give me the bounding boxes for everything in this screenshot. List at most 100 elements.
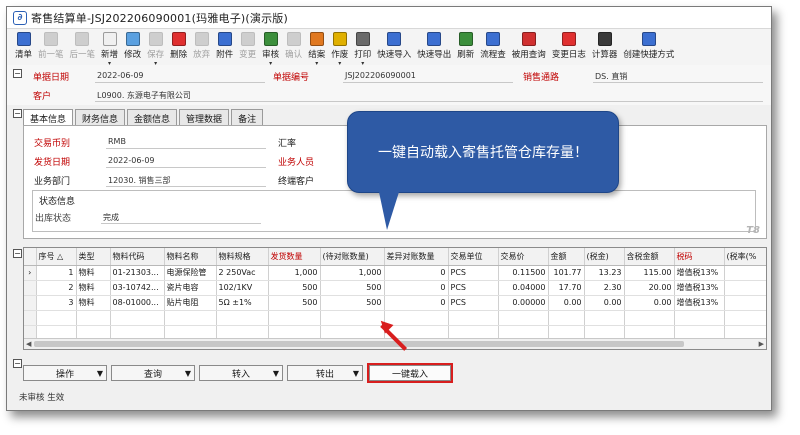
column-header[interactable]: 交易单位: [448, 248, 499, 266]
cell-price[interactable]: 0.11500: [498, 265, 549, 281]
column-header[interactable]: 序号 △: [36, 248, 77, 266]
toolbar-button-cancel[interactable]: 放弃: [193, 29, 210, 60]
cell-spec[interactable]: 5Ω ±1%: [216, 295, 269, 311]
column-header[interactable]: 差异对账数量: [384, 248, 449, 266]
cell-gross[interactable]: 0.00: [624, 295, 675, 311]
column-header[interactable]: 金额: [548, 248, 585, 266]
cell-seq[interactable]: 2: [36, 280, 77, 296]
tab-4[interactable]: 备注: [231, 109, 264, 125]
column-header[interactable]: 类型: [76, 248, 111, 266]
collapse-grid-icon[interactable]: −: [13, 249, 22, 258]
cell-pending[interactable]: 500: [320, 280, 385, 296]
cell-code[interactable]: 01-21303...: [110, 265, 165, 281]
toolbar-button-confirm[interactable]: 确认: [285, 29, 302, 60]
toolbar-button-edit[interactable]: 修改: [124, 29, 141, 60]
toolbar-button-change[interactable]: 变更: [239, 29, 256, 60]
toolbar-button-new-doc[interactable]: 新增 ▾: [101, 29, 118, 67]
cell-tax[interactable]: 2.30: [584, 280, 625, 296]
toolbar-button-prev[interactable]: 前一笔: [38, 29, 64, 60]
cell-unit[interactable]: PCS: [448, 280, 499, 296]
toolbar-button-close-case[interactable]: 结案 ▾: [308, 29, 325, 67]
cell-type[interactable]: 物料: [76, 280, 111, 296]
cell-gross[interactable]: 115.00: [624, 265, 675, 281]
tab-3[interactable]: 管理数据: [179, 109, 230, 125]
toolbar-button-save[interactable]: 保存 ▾: [147, 29, 164, 67]
collapse-header-icon[interactable]: −: [13, 69, 22, 78]
tab-2[interactable]: 金额信息: [127, 109, 178, 125]
doc-no-field[interactable]: JSJ202206090001: [345, 71, 416, 80]
cell-name[interactable]: 瓷片电容: [164, 280, 217, 296]
sales-channel-field[interactable]: DS. 直销: [595, 71, 627, 82]
operate-button[interactable]: 操作 ▼: [23, 365, 107, 381]
toolbar-button-approve[interactable]: 审核 ▾: [262, 29, 279, 67]
doc-date-field[interactable]: 2022-06-09: [97, 71, 144, 80]
cell-type[interactable]: 物料: [76, 265, 111, 281]
toolbar-button-refresh[interactable]: 刷新: [457, 29, 474, 60]
toolbar-button-next[interactable]: 后一笔: [70, 29, 95, 60]
column-header[interactable]: (待对账数量): [320, 248, 385, 266]
column-header[interactable]: 税码: [674, 248, 725, 266]
cell-pending[interactable]: 500: [320, 295, 385, 311]
query-button[interactable]: 查询 ▼: [111, 365, 195, 381]
toolbar-button-flow[interactable]: 流程查: [480, 29, 506, 60]
ship-date-field[interactable]: 2022-06-09: [108, 156, 155, 165]
toolbar-button-void[interactable]: 作废 ▾: [331, 29, 348, 67]
toolbar-button-usage-query[interactable]: 被用查询: [512, 29, 546, 60]
cell-qty[interactable]: 500: [268, 280, 321, 296]
customer-field[interactable]: L0900. 东源电子有限公司: [97, 90, 191, 101]
scroll-left-icon[interactable]: ◀: [26, 340, 31, 348]
cell-diff[interactable]: 0: [384, 295, 449, 311]
cell-unit[interactable]: PCS: [448, 295, 499, 311]
cell-seq[interactable]: 1: [36, 265, 77, 281]
toolbar-button-delete[interactable]: 删除: [170, 29, 187, 60]
cell-pending[interactable]: 1,000: [320, 265, 385, 281]
cell-spec[interactable]: 102/1KV: [216, 280, 269, 296]
cell-price[interactable]: 0.04000: [498, 280, 549, 296]
cell-rate[interactable]: [724, 295, 766, 311]
cell-diff[interactable]: 0: [384, 280, 449, 296]
cell-seq[interactable]: 3: [36, 295, 77, 311]
scroll-thumb[interactable]: [34, 341, 684, 347]
transfer-out-button[interactable]: 转出 ▼: [287, 365, 363, 381]
currency-field[interactable]: RMB: [108, 137, 126, 146]
column-header[interactable]: (税率(%: [724, 248, 766, 266]
cell-name[interactable]: 贴片电阻: [164, 295, 217, 311]
toolbar-button-attachment[interactable]: 附件: [216, 29, 233, 60]
dept-field[interactable]: 12030. 销售三部: [108, 175, 171, 186]
cell-taxcode[interactable]: 增值税13%: [674, 265, 725, 281]
toolbar-button-import[interactable]: 快速导入: [377, 29, 411, 60]
toolbar-button-print[interactable]: 打印 ▾: [354, 29, 371, 67]
cell-taxcode[interactable]: 增值税13%: [674, 295, 725, 311]
cell-price[interactable]: 0.00000: [498, 295, 549, 311]
tab-1[interactable]: 财务信息: [75, 109, 126, 125]
cell-code[interactable]: 08-01000...: [110, 295, 165, 311]
collapse-actions-icon[interactable]: −: [13, 359, 22, 368]
column-header[interactable]: (税金): [584, 248, 625, 266]
cell-gross[interactable]: 20.00: [624, 280, 675, 296]
cell-amount[interactable]: 0.00: [548, 295, 585, 311]
cell-tax[interactable]: 13.23: [584, 265, 625, 281]
cell-qty[interactable]: 1,000: [268, 265, 321, 281]
one-key-load-button[interactable]: 一键载入: [369, 365, 451, 381]
column-header[interactable]: [24, 248, 37, 266]
toolbar-button-export[interactable]: 快速导出: [417, 29, 451, 60]
toolbar-button-shortcut[interactable]: 创建快捷方式: [623, 29, 674, 60]
column-header[interactable]: 发货数量: [268, 248, 321, 266]
table-row[interactable]: › 1 物料 01-21303... 电源保险管 2 250Vac 1,000 1,000 0 P…: [24, 265, 766, 281]
column-header[interactable]: 物料规格: [216, 248, 269, 266]
cell-rate[interactable]: [724, 265, 766, 281]
table-row[interactable]: 2 物料 03-10742... 瓷片电容 102/1KV 500 500 0 PCS 0.040…: [24, 280, 766, 296]
cell-diff[interactable]: 0: [384, 265, 449, 281]
cell-name[interactable]: 电源保险管: [164, 265, 217, 281]
collapse-detail-icon[interactable]: −: [13, 109, 22, 118]
cell-amount[interactable]: 17.70: [548, 280, 585, 296]
cell-spec[interactable]: 2 250Vac: [216, 265, 269, 281]
cell-taxcode[interactable]: 增值税13%: [674, 280, 725, 296]
cell-rate[interactable]: [724, 280, 766, 296]
cell-unit[interactable]: PCS: [448, 265, 499, 281]
column-header[interactable]: 含税金额: [624, 248, 675, 266]
tab-0[interactable]: 基本信息: [23, 109, 74, 125]
cell-code[interactable]: 03-10742...: [110, 280, 165, 296]
toolbar-button-list[interactable]: 清单: [15, 29, 32, 60]
column-header[interactable]: 交易价: [498, 248, 549, 266]
